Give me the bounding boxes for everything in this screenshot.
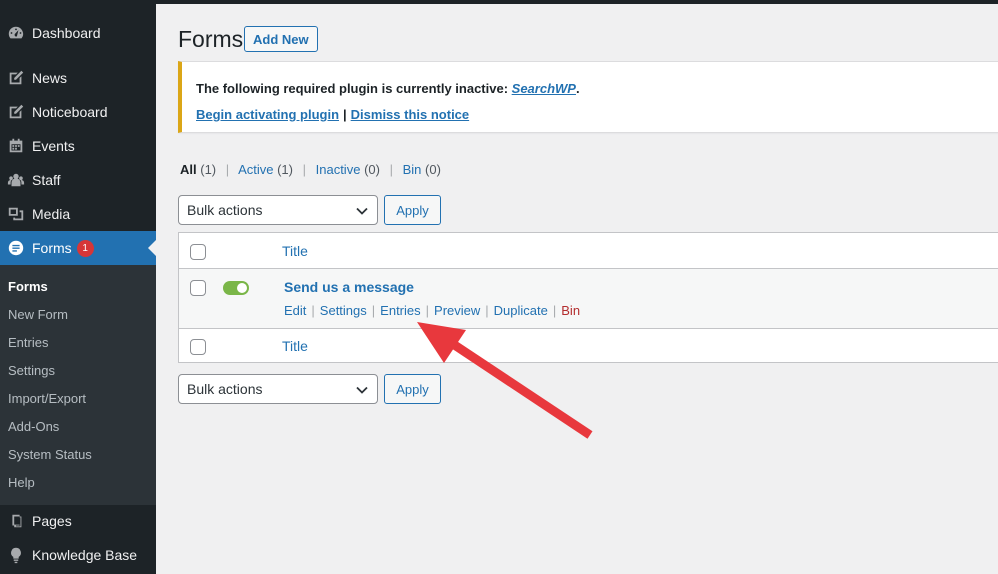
sidebar-item-label: Noticeboard: [32, 104, 108, 120]
sidebar-item-label: Staff: [32, 172, 61, 188]
active-indicator: [148, 240, 156, 256]
notice-separator: |: [343, 107, 347, 122]
action-separator: |: [371, 303, 376, 318]
plugin-notice: The following required plugin is current…: [178, 61, 998, 133]
admin-sidebar: Dashboard News Noticeboard Events Staff …: [0, 0, 156, 574]
action-separator: |: [485, 303, 489, 318]
dismiss-notice-link[interactable]: Dismiss this notice: [351, 107, 469, 122]
sidebar-item-staff[interactable]: Staff: [0, 163, 156, 197]
submenu-item-add-ons[interactable]: Add-Ons: [8, 419, 59, 434]
apply-button-bottom[interactable]: Apply: [384, 374, 441, 404]
notice-text-suffix: .: [575, 81, 580, 96]
entries-action[interactable]: Entries: [380, 303, 420, 318]
filter-separator: |: [302, 162, 306, 177]
notice-message: The following required plugin is current…: [196, 81, 580, 96]
sidebar-item-events[interactable]: Events: [0, 129, 156, 163]
filter-bin[interactable]: Bin: [403, 162, 422, 177]
sidebar-item-noticeboard[interactable]: Noticeboard: [0, 95, 156, 129]
submenu-item-system-status[interactable]: System Status: [8, 447, 92, 462]
filter-count: (0): [364, 162, 380, 177]
begin-activating-link[interactable]: Begin activating plugin: [196, 107, 339, 122]
action-separator: |: [425, 303, 430, 318]
sidebar-item-label: Knowledge Base: [32, 547, 138, 563]
submenu-item-import-export[interactable]: Import/Export: [8, 391, 86, 406]
submenu-item-settings[interactable]: Settings: [8, 363, 55, 378]
select-all-checkbox-footer[interactable]: [190, 339, 206, 355]
bulk-actions-value: Bulk actions: [187, 202, 263, 218]
sidebar-item-news[interactable]: News: [0, 61, 156, 95]
add-new-button[interactable]: Add New: [244, 26, 318, 52]
apply-button-top[interactable]: Apply: [384, 195, 441, 225]
sidebar-item-label: Media: [32, 206, 71, 222]
chevron-down-icon: [356, 386, 368, 394]
sidebar-item-label: Forms: [32, 240, 72, 256]
submenu-item-forms[interactable]: Forms: [8, 279, 48, 294]
main-content: Forms Add New The following required plu…: [156, 4, 998, 574]
sidebar-item-label: Events: [32, 138, 75, 154]
notice-text-prefix: The following required plugin is current…: [196, 81, 512, 96]
calendar-icon: [0, 137, 32, 155]
groups-icon: [0, 171, 32, 189]
filter-separator: |: [389, 162, 393, 177]
post-icon: [0, 103, 32, 121]
filter-separator: |: [225, 162, 230, 177]
filter-count: (1): [200, 162, 217, 177]
select-all-checkbox[interactable]: [190, 244, 206, 260]
plugin-link[interactable]: SearchWP: [512, 81, 576, 96]
filter-count: (1): [277, 162, 293, 177]
sidebar-item-label: Pages: [32, 513, 72, 529]
forms-table: Title Send us a message Edit | Settings | En…: [178, 232, 998, 363]
notification-badge: 1: [76, 239, 94, 257]
bulk-actions-select-bottom[interactable]: Bulk actions: [178, 374, 378, 404]
page-icon: [0, 512, 32, 530]
column-header-title[interactable]: Title: [282, 243, 308, 259]
submenu-item-help[interactable]: Help: [8, 475, 35, 490]
notice-actions: Begin activating plugin | Dismiss this not…: [196, 107, 469, 122]
bulk-actions-select-top[interactable]: Bulk actions: [178, 195, 378, 225]
sidebar-item-dashboard[interactable]: Dashboard: [0, 16, 156, 50]
table-footer: Title: [179, 328, 998, 363]
settings-action[interactable]: Settings: [320, 303, 367, 318]
column-footer-title[interactable]: Title: [282, 338, 308, 354]
sidebar-item-pages[interactable]: Pages: [0, 504, 156, 538]
media-icon: [0, 205, 32, 223]
filter-count: (0): [425, 162, 441, 177]
action-separator: |: [552, 303, 557, 318]
forms-icon: [0, 239, 32, 257]
lightbulb-icon: [0, 546, 32, 564]
status-filters: All (1) | Active (1) | Inactive (0) | Bi…: [180, 162, 441, 177]
post-icon: [0, 69, 32, 87]
table-header: Title: [179, 233, 998, 269]
bin-action[interactable]: Bin: [561, 303, 580, 318]
form-title-link[interactable]: Send us a message: [284, 279, 414, 295]
submenu-item-new-form[interactable]: New Form: [8, 307, 68, 322]
table-row: Send us a message Edit | Settings | Entries |…: [179, 269, 998, 328]
submenu-item-entries[interactable]: Entries: [8, 335, 48, 350]
filter-all[interactable]: All: [180, 162, 197, 177]
toggle-knob: [237, 283, 247, 293]
filter-inactive[interactable]: Inactive: [316, 162, 361, 177]
duplicate-action[interactable]: Duplicate: [494, 303, 548, 318]
filter-active[interactable]: Active: [238, 162, 273, 177]
page-title: Forms: [178, 26, 244, 52]
bulk-actions-value: Bulk actions: [187, 381, 263, 397]
form-active-toggle[interactable]: [223, 281, 249, 295]
row-checkbox[interactable]: [190, 280, 206, 296]
preview-action[interactable]: Preview: [434, 303, 480, 318]
action-separator: |: [311, 303, 315, 318]
sidebar-item-label: Dashboard: [32, 25, 101, 41]
sidebar-item-media[interactable]: Media: [0, 197, 156, 231]
forms-submenu: Forms New Form Entries Settings Import/E…: [0, 265, 156, 505]
sidebar-item-knowledge-base[interactable]: Knowledge Base: [0, 538, 156, 572]
sidebar-item-forms[interactable]: Forms 1: [0, 231, 156, 265]
edit-action[interactable]: Edit: [284, 303, 306, 318]
sidebar-item-label: News: [32, 70, 68, 86]
chevron-down-icon: [356, 207, 368, 215]
row-actions: Edit | Settings | Entries | Preview | Duplicate |…: [284, 303, 580, 318]
dashboard-icon: [0, 24, 32, 42]
